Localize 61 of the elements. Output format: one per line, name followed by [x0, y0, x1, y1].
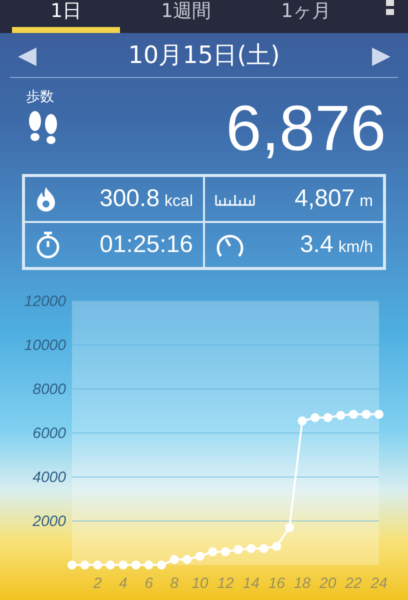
point	[234, 545, 243, 554]
point	[182, 555, 192, 564]
stopwatch-icon	[35, 231, 61, 259]
stat-value: 4,807 m	[294, 185, 373, 213]
x-tick-label: 14	[242, 575, 260, 592]
x-tick-label: 16	[268, 575, 285, 592]
x-tick-label: 2	[93, 575, 102, 592]
point	[310, 413, 320, 422]
point	[259, 544, 268, 553]
x-tick-label: 6	[144, 575, 153, 592]
tab[interactable]: 1週間	[132, 0, 240, 33]
ruler-icon	[215, 192, 255, 206]
flame-icon	[35, 186, 57, 212]
point	[106, 560, 115, 570]
point	[118, 560, 128, 570]
point	[374, 410, 384, 419]
point	[131, 560, 140, 570]
x-tick-label: 20	[320, 575, 336, 592]
x-tick-label: 4	[119, 575, 128, 592]
x-tick-label: 24	[370, 575, 388, 592]
x-tick-label: 12	[217, 575, 234, 592]
point	[93, 560, 102, 570]
y-tick-label: 2000	[32, 513, 66, 530]
point	[336, 410, 346, 420]
date-title: 10月15日(土)	[128, 40, 280, 71]
steps-label: 歩数	[26, 88, 54, 106]
point	[195, 552, 204, 561]
point	[157, 560, 166, 570]
y-tick-label: 6000	[32, 425, 66, 442]
x-tick-label: 18	[294, 575, 311, 592]
y-tick-label: 4000	[32, 469, 66, 486]
previous-day-button[interactable]: ◀	[18, 40, 36, 70]
stat-value: 01:25:16	[100, 231, 193, 259]
point	[323, 413, 332, 422]
point	[170, 555, 179, 564]
x-tick-label: 10	[192, 575, 208, 592]
point	[80, 560, 90, 570]
step-count: 6,876	[226, 93, 386, 163]
point	[298, 416, 307, 426]
point	[246, 544, 256, 553]
point	[144, 560, 154, 570]
point	[362, 410, 371, 419]
point	[221, 547, 230, 556]
point	[348, 410, 358, 419]
y-tick-label: 8000	[32, 381, 66, 398]
footprints-icon	[26, 110, 60, 146]
tab[interactable]: 1ヶ月	[252, 0, 360, 33]
tab[interactable]: 1日	[12, 0, 120, 33]
stat-value: 300.8 kcal	[99, 185, 193, 213]
point	[208, 547, 218, 556]
x-tick-label: 8	[170, 575, 178, 592]
y-tick-label: 12000	[24, 293, 66, 310]
point	[272, 542, 282, 551]
point	[68, 560, 76, 570]
menu-icon[interactable]	[386, 0, 394, 16]
stat-value: 3.4 km/h	[300, 231, 373, 259]
next-day-button[interactable]: ▶	[372, 40, 390, 70]
y-tick-label: 10000	[24, 337, 66, 354]
point	[284, 523, 294, 532]
speedometer-icon	[215, 232, 245, 258]
x-tick-label: 22	[345, 575, 362, 592]
